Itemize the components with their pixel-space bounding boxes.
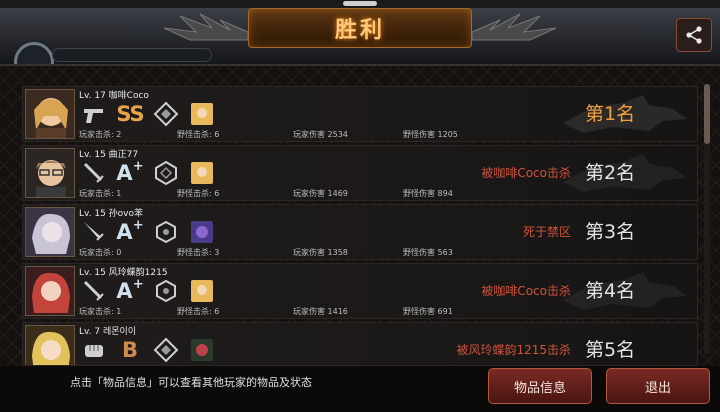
monster-kills: 野怪击杀: 6	[177, 189, 220, 198]
rank-emblem-icon	[153, 219, 179, 245]
monster-kills: 野怪击杀: 3	[177, 248, 220, 257]
player-row[interactable]: Lv. 7 레몬이이 B 被风玲蝶韵1215击杀 第5名	[22, 322, 698, 366]
player-kills: 玩家击杀: 0	[79, 248, 122, 257]
rank-emblem-icon	[153, 101, 179, 127]
footer-hint: 点击「物品信息」可以查看其他玩家的物品及状态	[70, 376, 312, 389]
monster-kills: 野怪击杀: 6	[177, 130, 220, 139]
notch-indicator	[343, 1, 377, 6]
player-kills: 玩家击杀: 1	[79, 307, 122, 316]
victory-title: 胜利	[334, 18, 385, 43]
result-screen: 胜利 Lv. 17 咖啡Coco SS 玩家击杀: 2 野怪击杀: 6 玩家伤害…	[0, 0, 720, 412]
sword-icon	[81, 160, 107, 186]
rank-label: 第5名	[585, 339, 636, 361]
grade-badge: B	[121, 338, 138, 362]
player-kills: 玩家击杀: 2	[79, 130, 122, 139]
avatar	[25, 325, 75, 365]
player-icons: SS	[81, 101, 215, 127]
character-portrait-icon	[189, 337, 215, 363]
player-damage: 玩家伤害 1469	[293, 189, 348, 198]
character-portrait-icon	[189, 160, 215, 186]
avatar	[25, 266, 75, 316]
sword-icon	[81, 278, 107, 304]
player-row[interactable]: Lv. 15 孙ovo苯 A + 玩家击杀: 0 野怪击杀: 3 玩家伤害 135…	[22, 204, 698, 260]
victory-banner: 胜利	[248, 8, 472, 48]
player-damage: 玩家伤害 2534	[293, 130, 348, 139]
player-icons: A +	[81, 159, 215, 186]
share-button[interactable]	[676, 18, 712, 52]
death-cause: 被咖啡Coco击杀	[481, 284, 571, 298]
player-damage: 玩家伤害 1416	[293, 307, 348, 316]
character-portrait-icon	[189, 219, 215, 245]
player-level-name: Lv. 15 曲正77	[79, 150, 139, 160]
player-icons: A +	[81, 218, 215, 245]
rank-emblem-icon	[153, 278, 179, 304]
monster-damage: 野怪伤害 1205	[403, 130, 458, 139]
background-bar	[52, 48, 212, 62]
player-level-name: Lv. 15 风玲蝶韵1215	[79, 268, 168, 278]
player-icons: A +	[81, 277, 215, 304]
monster-kills: 野怪击杀: 6	[177, 307, 220, 316]
exit-button[interactable]: 退出	[606, 368, 710, 404]
rank-label: 第1名	[585, 103, 636, 125]
left-wing-ornament	[163, 13, 249, 41]
death-cause: 被风玲蝶韵1215击杀	[456, 343, 571, 357]
fist-icon	[81, 337, 107, 363]
monster-damage: 野怪伤害 563	[403, 248, 453, 257]
player-level-name: Lv. 7 레몬이이	[79, 327, 137, 337]
grade-badge: A +	[116, 277, 144, 303]
rank-emblem-icon	[153, 337, 179, 363]
grade-badge: A +	[116, 159, 144, 185]
player-row[interactable]: Lv. 15 曲正77 A + 玩家击杀: 1 野怪击杀: 6 玩家伤害 1469…	[22, 145, 698, 201]
player-damage: 玩家伤害 1358	[293, 248, 348, 257]
share-icon	[686, 26, 702, 44]
right-wing-ornament	[471, 13, 557, 41]
rank-label: 第3名	[585, 221, 636, 243]
avatar	[25, 89, 75, 139]
character-portrait-icon	[189, 101, 215, 127]
avatar	[25, 148, 75, 198]
pistol-icon	[81, 101, 107, 127]
rank-label: 第2名	[585, 162, 636, 184]
player-kills: 玩家击杀: 1	[79, 189, 122, 198]
player-level-name: Lv. 17 咖啡Coco	[79, 91, 149, 101]
footer-bar: 点击「物品信息」可以查看其他玩家的物品及状态 物品信息 退出	[0, 366, 720, 412]
death-cause: 被咖啡Coco击杀	[481, 166, 571, 180]
rank-label: 第4名	[585, 280, 636, 302]
grade-badge: SS	[116, 102, 144, 126]
avatar	[25, 207, 75, 257]
player-row[interactable]: Lv. 17 咖啡Coco SS 玩家击杀: 2 野怪击杀: 6 玩家伤害 25…	[22, 86, 698, 142]
rank-emblem-icon	[153, 160, 179, 186]
monster-damage: 野怪伤害 691	[403, 307, 453, 316]
death-cause: 死于禁区	[522, 225, 571, 239]
grade-badge: A +	[116, 218, 144, 244]
monster-damage: 野怪伤害 894	[403, 189, 453, 198]
item-info-button[interactable]: 物品信息	[488, 368, 592, 404]
character-portrait-icon	[189, 278, 215, 304]
player-row[interactable]: Lv. 15 风玲蝶韵1215 A + 玩家击杀: 1 野怪击杀: 6 玩家伤害 …	[22, 263, 698, 319]
player-icons: B	[81, 337, 215, 363]
scrollbar-thumb[interactable]	[704, 84, 710, 144]
dagger-icon	[81, 219, 107, 245]
